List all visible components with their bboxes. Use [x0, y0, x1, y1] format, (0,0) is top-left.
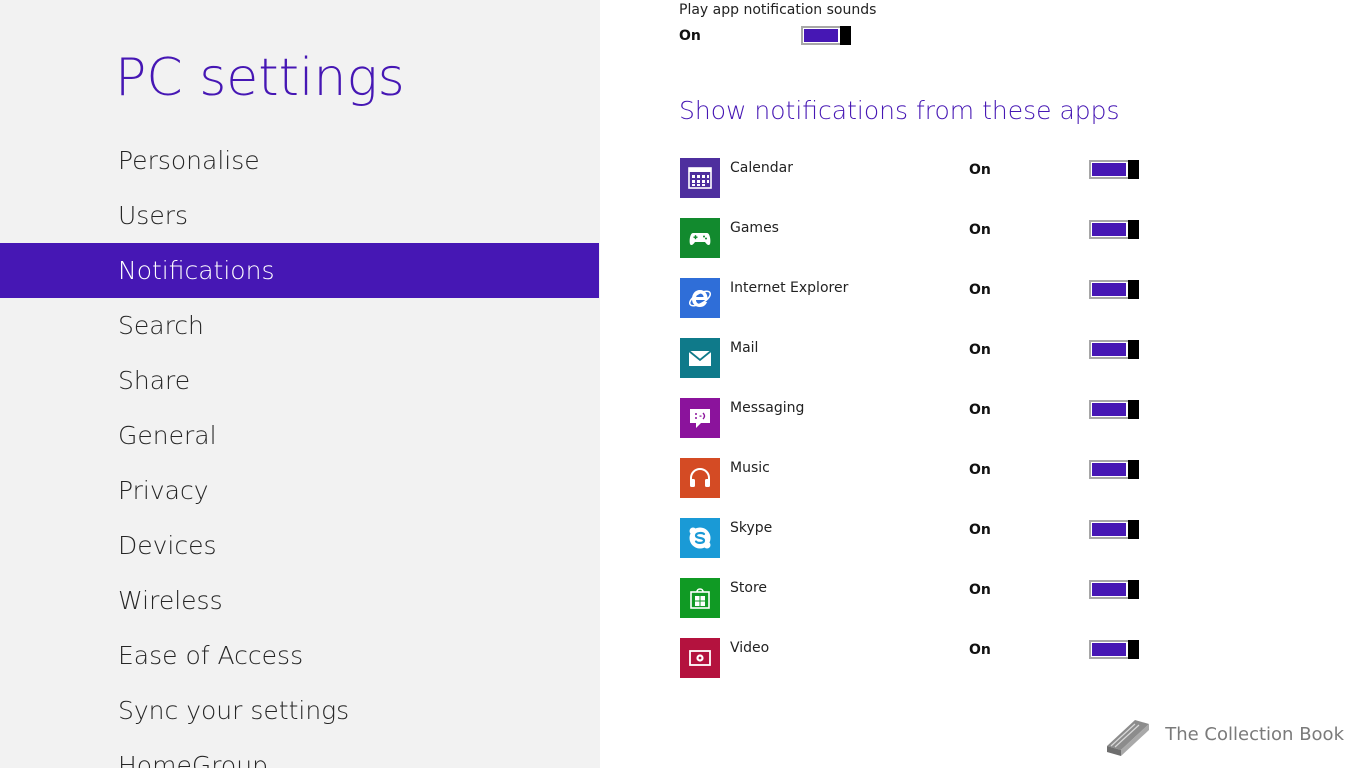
app-row-games: Games On [679, 218, 1279, 278]
notification-sounds-label: Play app notification sounds [679, 2, 877, 18]
messaging-icon [690, 409, 710, 428]
toggle-fill [1092, 523, 1126, 536]
toggle-thumb [1128, 520, 1139, 539]
nav-item-privacy[interactable]: Privacy [0, 463, 599, 518]
toggle-thumb [1128, 220, 1139, 239]
music-notifications-toggle[interactable] [1089, 460, 1139, 479]
internet-explorer-icon [688, 290, 712, 307]
apps-section-heading: Show notifications from these apps [679, 96, 1120, 125]
app-state: On [969, 462, 991, 478]
skype-icon [689, 527, 711, 549]
toggle-thumb [840, 26, 851, 45]
skype-tile [680, 518, 720, 558]
games-tile [680, 218, 720, 258]
store-icon [690, 588, 710, 609]
app-name: Video [730, 640, 770, 656]
app-state: On [969, 342, 991, 358]
toggle-thumb [1128, 460, 1139, 479]
messaging-tile [680, 398, 720, 438]
toggle-thumb [1128, 580, 1139, 599]
nav-item-devices[interactable]: Devices [0, 518, 599, 573]
app-name: Calendar [730, 160, 793, 176]
toggle-fill [1092, 343, 1126, 356]
nav-item-search[interactable]: Search [0, 298, 599, 353]
watermark: The Collection Book [1101, 710, 1344, 758]
app-row-video: Video On [679, 638, 1279, 698]
app-row-messaging: Messaging On [679, 398, 1279, 458]
nav-item-general[interactable]: General [0, 408, 599, 463]
music-tile [680, 458, 720, 498]
toggle-fill [1092, 463, 1126, 476]
app-name: Internet Explorer [730, 280, 849, 296]
app-row-internet-explorer: Internet Explorer On [679, 278, 1279, 338]
calendar-icon [688, 167, 712, 189]
toggle-fill [1092, 643, 1126, 656]
video-tile [680, 638, 720, 678]
nav-item-users[interactable]: Users [0, 188, 599, 243]
video-icon [689, 650, 711, 666]
app-state: On [969, 522, 991, 538]
games-controller-icon [689, 233, 711, 246]
app-notification-list: Calendar On Games On Internet Explorer O… [679, 158, 1279, 698]
skype-notifications-toggle[interactable] [1089, 520, 1139, 539]
mail-tile [680, 338, 720, 378]
nav-item-ease-of-access[interactable]: Ease of Access [0, 628, 599, 683]
app-state: On [969, 222, 991, 238]
messaging-notifications-toggle[interactable] [1089, 400, 1139, 419]
app-name: Games [730, 220, 779, 236]
calendar-notifications-toggle[interactable] [1089, 160, 1139, 179]
nav-item-share[interactable]: Share [0, 353, 599, 408]
app-row-store: Store On [679, 578, 1279, 638]
app-name: Messaging [730, 400, 805, 416]
store-notifications-toggle[interactable] [1089, 580, 1139, 599]
settings-nav-pane: PC settings Personalise Users Notificati… [0, 0, 600, 768]
app-row-calendar: Calendar On [679, 158, 1279, 218]
toggle-fill [1092, 283, 1126, 296]
nav-item-personalise[interactable]: Personalise [0, 133, 599, 188]
app-state: On [969, 162, 991, 178]
notification-sounds-toggle[interactable] [801, 26, 851, 45]
pc-settings-screen: PC settings Personalise Users Notificati… [0, 0, 1366, 768]
app-name: Music [730, 460, 770, 476]
app-row-music: Music On [679, 458, 1279, 518]
app-row-skype: Skype On [679, 518, 1279, 578]
toggle-thumb [1128, 400, 1139, 419]
app-name: Skype [730, 520, 773, 536]
app-row-mail: Mail On [679, 338, 1279, 398]
notifications-content-pane: Play app notification sounds On Show not… [600, 0, 1366, 768]
toggle-fill [804, 29, 838, 42]
toggle-fill [1092, 223, 1126, 236]
toggle-thumb [1128, 640, 1139, 659]
store-tile [680, 578, 720, 618]
mail-icon [688, 350, 712, 366]
notification-sounds-state: On [679, 28, 701, 44]
toggle-fill [1092, 403, 1126, 416]
toggle-fill [1092, 163, 1126, 176]
music-headphones-icon [690, 467, 710, 487]
calendar-tile [680, 158, 720, 198]
nav-item-homegroup[interactable]: HomeGroup [0, 738, 599, 768]
video-notifications-toggle[interactable] [1089, 640, 1139, 659]
games-notifications-toggle[interactable] [1089, 220, 1139, 239]
nav-item-wireless[interactable]: Wireless [0, 573, 599, 628]
app-state: On [969, 402, 991, 418]
toggle-fill [1092, 583, 1126, 596]
toggle-thumb [1128, 340, 1139, 359]
app-state: On [969, 582, 991, 598]
nav-item-sync-your-settings[interactable]: Sync your settings [0, 683, 599, 738]
watermark-text: The Collection Book [1165, 723, 1344, 745]
book-icon [1107, 720, 1150, 756]
app-name: Mail [730, 340, 759, 356]
settings-nav-list: Personalise Users Notifications Search S… [0, 133, 599, 768]
page-title: PC settings [115, 48, 405, 108]
nav-item-notifications[interactable]: Notifications [0, 243, 599, 298]
mail-notifications-toggle[interactable] [1089, 340, 1139, 359]
internet-explorer-tile [680, 278, 720, 318]
app-state: On [969, 282, 991, 298]
toggle-thumb [1128, 160, 1139, 179]
internet-explorer-notifications-toggle[interactable] [1089, 280, 1139, 299]
app-name: Store [730, 580, 768, 596]
app-state: On [969, 642, 991, 658]
toggle-thumb [1128, 280, 1139, 299]
